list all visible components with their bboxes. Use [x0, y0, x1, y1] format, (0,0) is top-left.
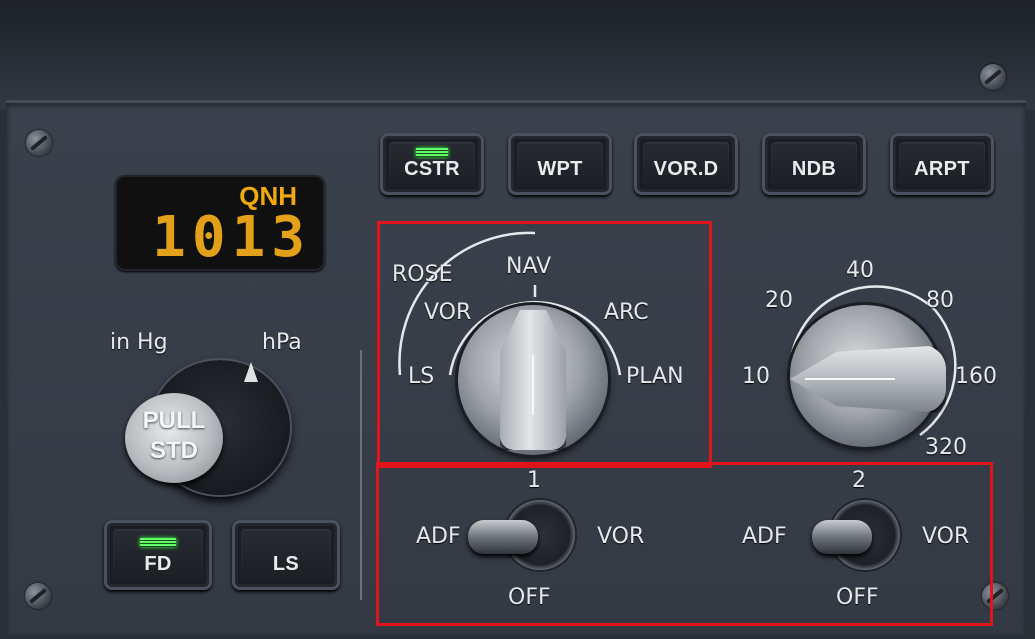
qnh-display: QNH 1013 — [115, 175, 325, 271]
fd-button[interactable]: FD — [104, 520, 212, 590]
mode-nav-label: NAV — [506, 254, 552, 279]
switch2-vor-label: VOR — [922, 524, 970, 549]
mode-plan-label: PLAN — [626, 364, 684, 389]
adf-vor-switch-1[interactable] — [468, 520, 538, 554]
divider — [360, 350, 362, 600]
switch1-vor-label: VOR — [597, 524, 645, 549]
unit-hpa-label: hPa — [262, 330, 302, 355]
screw-icon — [980, 64, 1006, 90]
switch2-off-label: OFF — [836, 585, 879, 610]
qnh-value: 1013 — [152, 205, 311, 270]
switch1-off-label: OFF — [508, 585, 551, 610]
glareshield — [0, 0, 1035, 110]
annunciator-light — [416, 148, 448, 157]
switch1-number: 1 — [527, 468, 541, 493]
switch2-adf-label: ADF — [742, 524, 787, 549]
range-80-label: 80 — [926, 288, 954, 313]
wpt-button[interactable]: WPT — [508, 133, 612, 195]
screw-icon — [26, 130, 52, 156]
unit-inhg-label: in Hg — [110, 330, 168, 355]
mode-arc-label: ARC — [604, 300, 649, 325]
ndb-button[interactable]: NDB — [762, 133, 866, 195]
pull-std-knob[interactable]: PULL STD — [125, 393, 223, 483]
ls-button[interactable]: LS — [232, 520, 340, 590]
range-10-label: 10 — [742, 364, 770, 389]
switch2-number: 2 — [852, 468, 866, 493]
range-40-label: 40 — [846, 258, 874, 283]
annunciator-light — [140, 538, 176, 547]
cstr-button[interactable]: CSTR — [380, 133, 484, 195]
arpt-button[interactable]: ARPT — [890, 133, 994, 195]
range-160-label: 160 — [955, 364, 997, 389]
screw-icon — [25, 583, 51, 609]
switch1-adf-label: ADF — [416, 524, 461, 549]
mode-ls-label: LS — [408, 364, 435, 389]
range-20-label: 20 — [765, 288, 793, 313]
adf-vor-switch-2[interactable] — [812, 520, 872, 554]
mode-vor-label: VOR — [424, 300, 472, 325]
vord-button[interactable]: VOR.D — [634, 133, 738, 195]
range-320-label: 320 — [925, 435, 967, 460]
mode-rose-label: ROSE — [392, 262, 453, 287]
